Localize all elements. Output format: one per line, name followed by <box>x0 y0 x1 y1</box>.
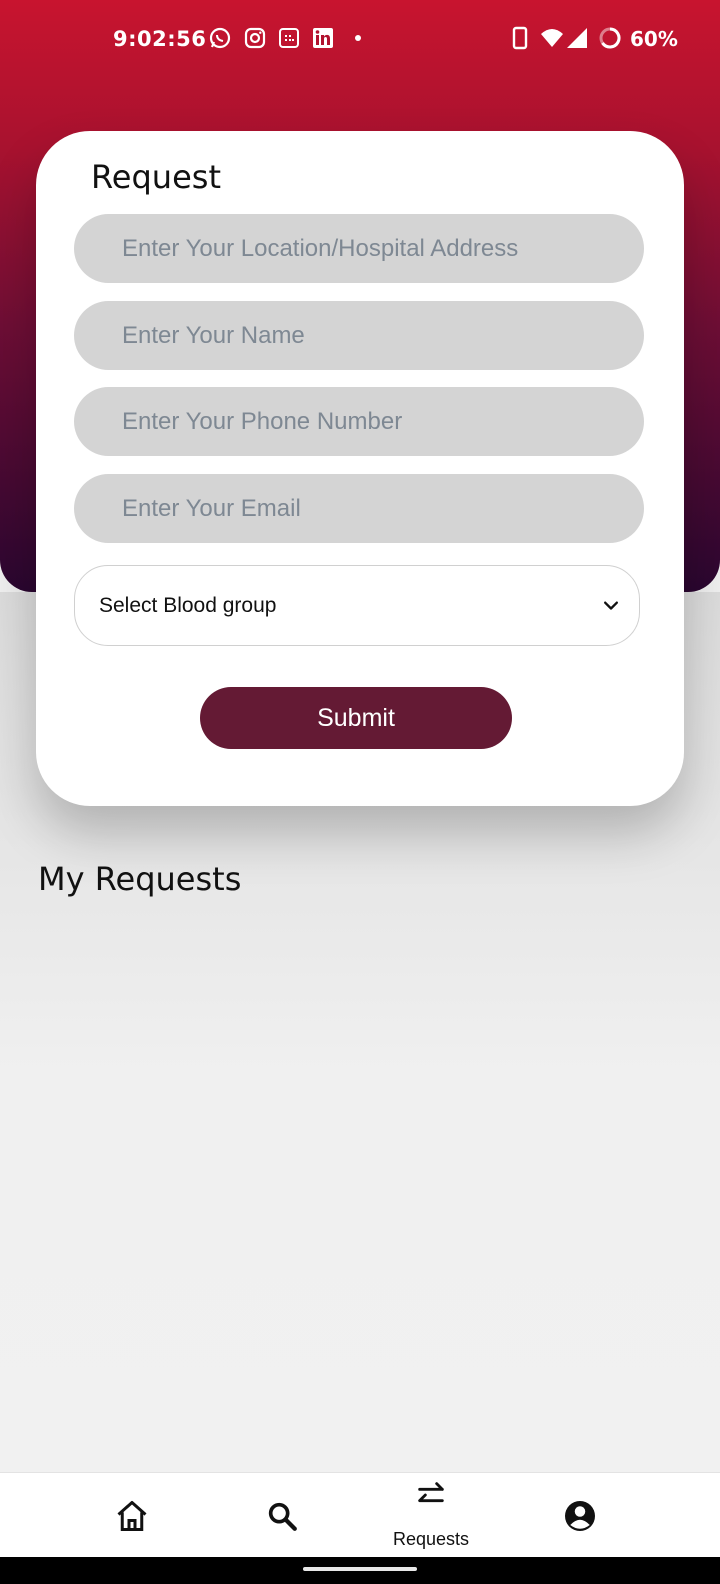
email-input[interactable] <box>74 474 644 543</box>
submit-button[interactable]: Submit <box>200 687 512 749</box>
status-time: 9:02:56 <box>113 27 207 51</box>
nav-account[interactable] <box>530 1473 630 1558</box>
request-card: Request Select Blood group Submit <box>36 131 684 806</box>
linkedin-icon <box>313 28 333 48</box>
calendar-icon <box>279 28 299 48</box>
signal-icon <box>567 28 587 48</box>
home-gesture-handle[interactable] <box>303 1567 417 1571</box>
battery-ring-icon <box>599 27 621 49</box>
swap-arrows-icon <box>418 1482 444 1503</box>
nav-search[interactable] <box>232 1473 332 1558</box>
account-icon <box>565 1501 595 1531</box>
status-bar: 9:02:56 60% <box>0 0 720 80</box>
battery-percent: 60% <box>630 27 678 51</box>
wifi-icon <box>541 29 563 47</box>
request-title: Request <box>91 158 221 196</box>
bottom-nav: Requests <box>0 1472 720 1557</box>
home-icon <box>117 1501 147 1531</box>
whatsapp-icon <box>209 27 231 49</box>
phone-icon <box>512 26 528 50</box>
instagram-icon <box>244 27 266 49</box>
search-icon <box>268 1502 297 1531</box>
system-nav-bar <box>0 1557 720 1584</box>
nav-requests-label: Requests <box>392 1529 470 1549</box>
blood-group-select[interactable]: Select Blood group <box>74 565 640 646</box>
phone-input[interactable] <box>74 387 644 456</box>
my-requests-title: My Requests <box>38 860 242 898</box>
chevron-down-icon <box>604 601 618 610</box>
location-input[interactable] <box>74 214 644 283</box>
nav-home[interactable] <box>82 1473 182 1558</box>
nav-requests[interactable]: Requests <box>381 1473 481 1558</box>
dot-icon <box>355 35 361 41</box>
name-input[interactable] <box>74 301 644 370</box>
blood-group-label: Select Blood group <box>99 594 277 617</box>
